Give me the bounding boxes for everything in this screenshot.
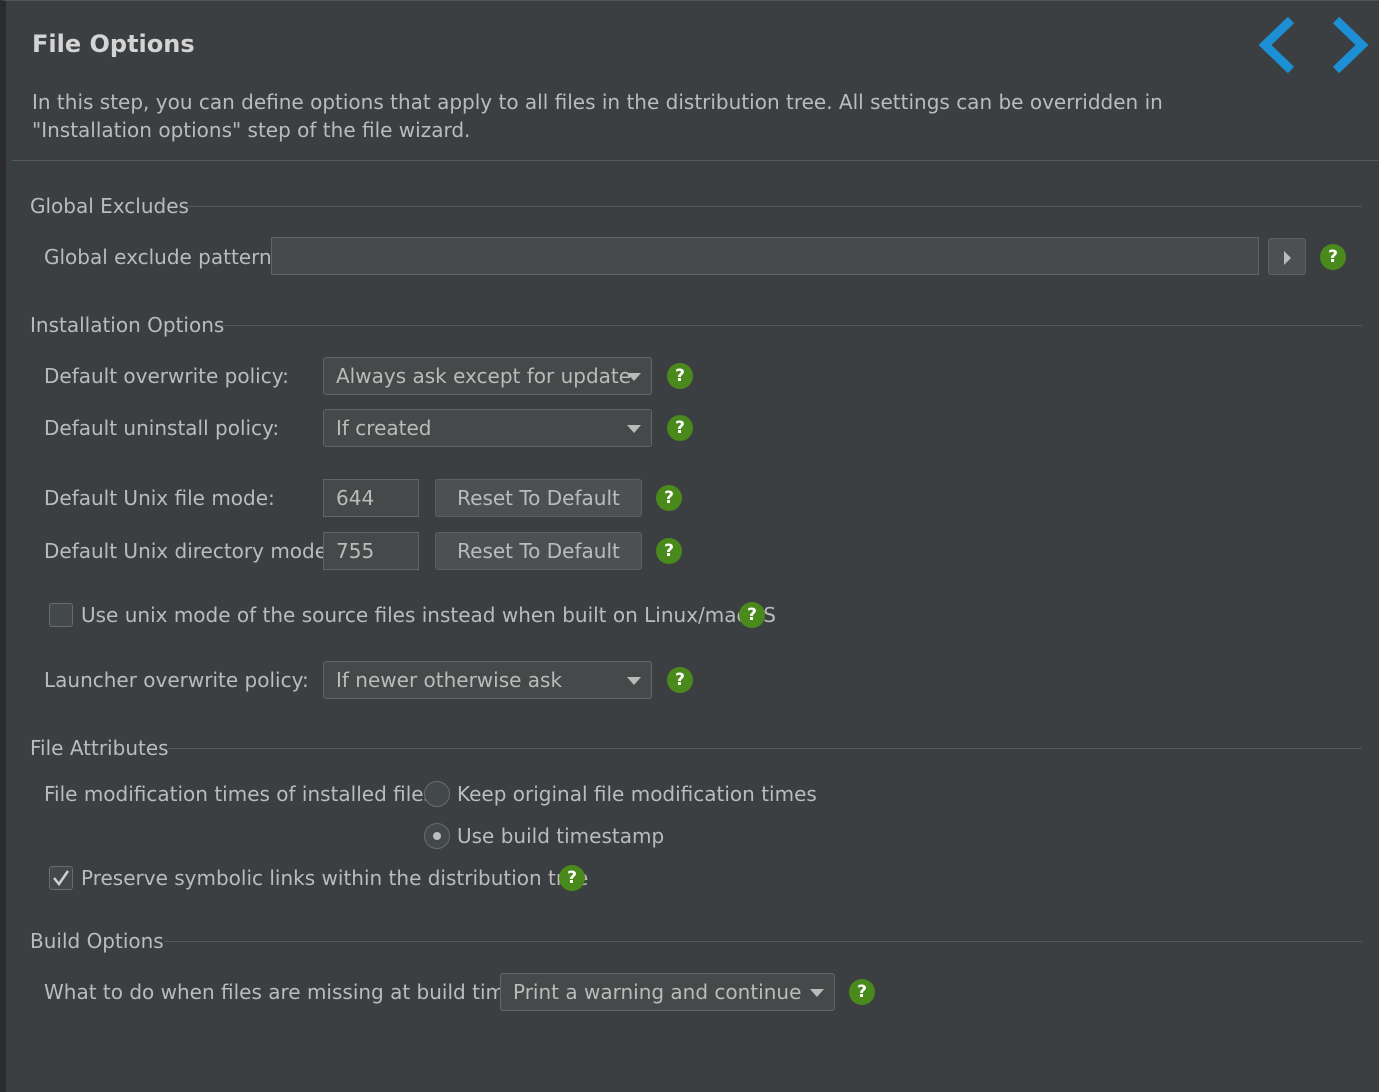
reset-file-mode-button[interactable]: Reset To Default	[435, 479, 642, 517]
missing-files-label: What to do when files are missing at bui…	[44, 980, 525, 1004]
launcher-overwrite-label: Launcher overwrite policy:	[44, 668, 309, 692]
use-build-timestamp-label[interactable]: Use build timestamp	[457, 824, 664, 848]
missing-files-value: Print a warning and continue	[513, 980, 802, 1004]
keep-original-times-radio[interactable]	[424, 781, 450, 807]
unix-file-mode-input[interactable]: 644	[323, 479, 419, 517]
page-title: File Options	[32, 30, 195, 58]
insert-variable-button[interactable]	[1268, 238, 1306, 275]
section-divider	[168, 748, 1362, 749]
help-icon[interactable]: ?	[667, 415, 693, 441]
launcher-overwrite-select[interactable]: If newer otherwise ask	[323, 661, 652, 699]
reset-dir-mode-button[interactable]: Reset To Default	[435, 532, 642, 570]
play-arrow-icon	[1284, 251, 1291, 265]
use-unix-mode-label[interactable]: Use unix mode of the source files instea…	[81, 603, 776, 627]
page-description: In this step, you can define options tha…	[32, 90, 1163, 142]
chevron-down-icon	[810, 989, 824, 997]
use-unix-mode-checkbox[interactable]	[49, 603, 73, 627]
section-divider	[221, 325, 1362, 326]
chevron-down-icon	[627, 677, 641, 685]
chevron-down-icon	[627, 425, 641, 433]
help-icon[interactable]: ?	[656, 538, 682, 564]
launcher-overwrite-value: If newer otherwise ask	[336, 668, 563, 692]
missing-files-select[interactable]: Print a warning and continue	[500, 973, 835, 1011]
unix-dir-mode-input[interactable]: 755	[323, 532, 419, 570]
overwrite-policy-label: Default overwrite policy:	[44, 364, 289, 388]
uninstall-policy-select[interactable]: If created	[323, 409, 652, 447]
chevron-down-icon	[627, 373, 641, 381]
chevron-right-icon	[1332, 16, 1369, 74]
forward-button[interactable]	[1322, 16, 1370, 74]
preserve-symlinks-checkbox[interactable]	[49, 866, 73, 890]
section-divider	[165, 941, 1362, 942]
preserve-symlinks-label[interactable]: Preserve symbolic links within the distr…	[81, 866, 588, 890]
section-title-global-excludes: Global Excludes	[30, 194, 189, 218]
help-icon[interactable]: ?	[849, 979, 875, 1005]
section-title-build-options: Build Options	[30, 929, 164, 953]
global-exclude-pattern-input[interactable]	[271, 237, 1259, 275]
help-icon[interactable]: ?	[667, 363, 693, 389]
unix-file-mode-label: Default Unix file mode:	[44, 486, 275, 510]
keep-original-times-label[interactable]: Keep original file modification times	[457, 782, 817, 806]
section-title-file-attributes: File Attributes	[30, 736, 169, 760]
help-icon[interactable]: ?	[559, 865, 585, 891]
step-header: File Options In this step, you can defin…	[12, 2, 1379, 161]
mod-times-label: File modification times of installed fil…	[44, 782, 441, 806]
section-divider	[186, 206, 1362, 207]
help-icon[interactable]: ?	[1320, 244, 1346, 270]
back-button[interactable]	[1257, 16, 1305, 74]
overwrite-policy-value: Always ask except for update	[336, 364, 632, 388]
unix-dir-mode-label: Default Unix directory mode:	[44, 539, 334, 563]
radio-selected-dot	[433, 832, 441, 840]
uninstall-policy-label: Default uninstall policy:	[44, 416, 280, 440]
file-options-panel: File Options In this step, you can defin…	[0, 0, 1379, 1092]
use-build-timestamp-radio[interactable]	[424, 823, 450, 849]
help-icon[interactable]: ?	[739, 602, 765, 628]
section-title-installation-options: Installation Options	[30, 313, 225, 337]
uninstall-policy-value: If created	[336, 416, 432, 440]
global-exclude-pattern-label: Global exclude pattern:	[44, 245, 279, 269]
help-icon[interactable]: ?	[656, 485, 682, 511]
chevron-left-icon	[1258, 16, 1295, 74]
overwrite-policy-select[interactable]: Always ask except for update	[323, 357, 652, 395]
checkmark-icon	[53, 870, 70, 887]
help-icon[interactable]: ?	[667, 667, 693, 693]
